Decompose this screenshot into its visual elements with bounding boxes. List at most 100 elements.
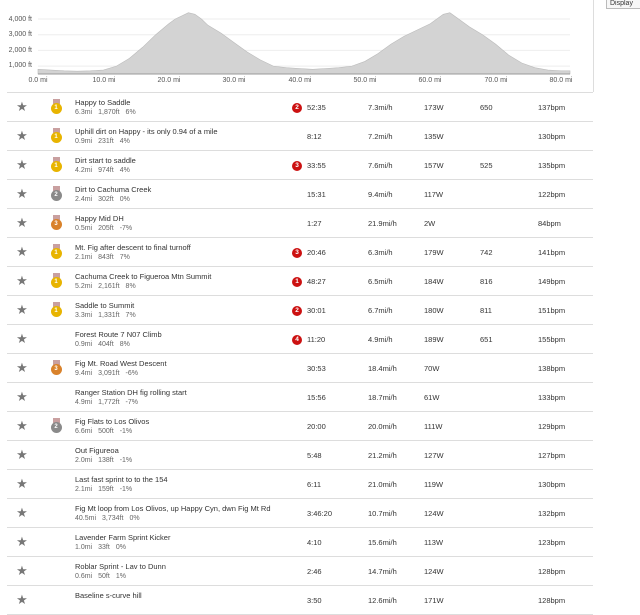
segment-row[interactable]: ★ 1 Cachuma Creek to Figueroa Mtn Summit 5.…	[7, 266, 593, 296]
segment-name-link[interactable]: Happy to Saddle	[75, 98, 287, 107]
star-icon[interactable]: ★	[16, 273, 28, 288]
segment-name-link[interactable]: Happy Mid DH	[75, 214, 287, 223]
segment-grade: 6%	[125, 109, 136, 116]
star-icon[interactable]: ★	[16, 302, 28, 317]
segment-row[interactable]: ★ 3 Happy Mid DH 0.5mi 205ft -7% 1:27 21.9mi/h 2…	[7, 208, 593, 238]
segment-time: 15:31	[307, 179, 368, 209]
segment-name-link[interactable]: Fig Mt. Road West Descent	[75, 359, 287, 368]
star-icon[interactable]: ★	[16, 389, 28, 404]
x-tick: 10.0 mi	[92, 77, 116, 84]
segment-grade: -6%	[125, 370, 138, 377]
star-icon[interactable]: ★	[16, 331, 28, 346]
display-button[interactable]: Display	[606, 0, 640, 9]
elevation-area	[37, 12, 571, 75]
segment-name-link[interactable]: Mt. Fig after descent to final turnoff	[75, 243, 287, 252]
segment-name-link[interactable]: Forest Route 7 N07 Climb	[75, 330, 287, 339]
star-icon[interactable]: ★	[16, 418, 28, 433]
panel-divider	[593, 0, 594, 92]
segment-elevation: 404ft	[98, 341, 114, 348]
segment-row[interactable]: ★ 3 Fig Mt. Road West Descent 9.4mi 3,091ft -…	[7, 353, 593, 383]
segment-distance: 6.3mi	[75, 109, 93, 116]
segment-power: 61W	[424, 382, 480, 412]
star-icon[interactable]: ★	[16, 592, 28, 607]
segment-name-link[interactable]: Uphill dirt on Happy - its only 0.94 of …	[75, 127, 287, 136]
star-icon[interactable]: ★	[16, 360, 28, 375]
y-tick: 4,000 ft	[8, 16, 32, 23]
star-icon[interactable]: ★	[16, 244, 28, 259]
segment-speed: 12.6mi/h	[368, 585, 424, 615]
segment-row[interactable]: ★ 1 Mt. Fig after descent to final turnoff…	[7, 237, 593, 267]
segment-power: 184W	[424, 266, 480, 296]
segment-row[interactable]: ★ Out Figureoa 2.0mi 138ft -1% 5:48 21.2mi/h 12…	[7, 440, 593, 470]
segment-name-link[interactable]: Cachuma Creek to Figueroa Mtn Summit	[75, 272, 287, 281]
x-tick: 20.0 mi	[157, 77, 181, 84]
segment-heart-rate: 155bpm	[538, 324, 593, 354]
star-icon[interactable]: ★	[16, 476, 28, 491]
segment-row[interactable]: ★ 1 Saddle to Summit 3.3mi 1,331ft 7% 2 30:01 6.…	[7, 295, 593, 325]
segment-row[interactable]: ★ 2 Fig Flats to Los Olivos 6.6mi 500ft -1% 20…	[7, 411, 593, 441]
star-icon[interactable]: ★	[16, 447, 28, 462]
segment-row[interactable]: ★ Last fast sprint to to the 154 2.1mi 159f…	[7, 469, 593, 499]
star-icon[interactable]: ★	[16, 157, 28, 172]
segment-distance: 4.9mi	[75, 399, 93, 406]
segment-heart-rate: 149bpm	[538, 266, 593, 296]
segment-grade: -1%	[119, 428, 133, 435]
segment-row[interactable]: ★ Roblar Sprint - Lav to Dunn 0.6mi 50ft 1% 2…	[7, 556, 593, 586]
segment-name-link[interactable]: Saddle to Summit	[75, 301, 287, 310]
segment-vam	[480, 208, 538, 238]
segment-elevation: 50ft	[98, 573, 110, 580]
segment-row[interactable]: ★ Lavender Farm Sprint Kicker 1.0mi 33ft 0% 4…	[7, 527, 593, 557]
segment-vam	[480, 527, 538, 557]
segment-elevation: 1,870ft	[98, 109, 120, 116]
segment-speed: 18.7mi/h	[368, 382, 424, 412]
segment-distance: 2.1mi	[75, 254, 93, 261]
segment-heart-rate: 135bpm	[538, 150, 593, 180]
segment-row[interactable]: ★ Baseline s-curve hill 3:50 12.6mi/h 171W 12…	[7, 585, 593, 615]
star-icon[interactable]: ★	[16, 563, 28, 578]
segment-time: 33:55	[307, 150, 368, 180]
segment-power: 124W	[424, 556, 480, 586]
segment-name-link[interactable]: Lavender Farm Sprint Kicker	[75, 533, 287, 542]
segment-name-link[interactable]: Dirt to Cachuma Creek	[75, 185, 287, 194]
y-tick: 2,000 ft	[8, 47, 32, 54]
segment-distance: 0.9mi	[75, 138, 93, 145]
segment-grade: 0%	[119, 196, 130, 203]
segment-grade: -7%	[125, 399, 138, 406]
elevation-chart: 4,000 ft 3,000 ft 2,000 ft 1,000 ft 0.0 …	[0, 0, 640, 88]
segment-grade: 8%	[119, 341, 130, 348]
segment-name-link[interactable]: Roblar Sprint - Lav to Dunn	[75, 562, 287, 571]
segment-distance: 0.5mi	[75, 225, 93, 232]
x-tick: 0.0 mi	[28, 77, 48, 84]
segment-time: 4:10	[307, 527, 368, 557]
star-icon[interactable]: ★	[16, 186, 28, 201]
segment-row[interactable]: ★ 1 Uphill dirt on Happy - its only 0.94 o…	[7, 121, 593, 151]
rank-badge: 2	[292, 102, 302, 113]
segment-row[interactable]: ★ Ranger Station DH fig rolling start 4.9m…	[7, 382, 593, 412]
segment-time: 20:00	[307, 411, 368, 441]
silver-medal-icon: 2	[50, 186, 62, 201]
star-icon[interactable]: ★	[16, 534, 28, 549]
segment-name-link[interactable]: Out Figureoa	[75, 446, 287, 455]
segment-speed: 6.7mi/h	[368, 295, 424, 325]
segment-name-link[interactable]: Fig Mt loop from Los Olivos, up Happy Cy…	[75, 504, 287, 513]
segment-row[interactable]: ★ 1 Happy to Saddle 6.3mi 1,870ft 6% 2 52:35 7.3…	[7, 92, 593, 122]
segment-elevation: 2,161ft	[98, 283, 120, 290]
segment-name-link[interactable]: Ranger Station DH fig rolling start	[75, 388, 287, 397]
segment-name-link[interactable]: Dirt start to saddle	[75, 156, 287, 165]
segment-row[interactable]: ★ Forest Route 7 N07 Climb 0.9mi 404ft 8% 4 11…	[7, 324, 593, 354]
segment-row[interactable]: ★ Fig Mt loop from Los Olivos, up Happy C…	[7, 498, 593, 528]
segment-row[interactable]: ★ 2 Dirt to Cachuma Creek 2.4mi 302ft 0% 15:31…	[7, 179, 593, 209]
segment-vam	[480, 440, 538, 470]
segment-power: 135W	[424, 121, 480, 151]
segment-power: 2W	[424, 208, 480, 238]
star-icon[interactable]: ★	[16, 505, 28, 520]
segment-speed: 7.2mi/h	[368, 121, 424, 151]
segment-row[interactable]: ★ 1 Dirt start to saddle 4.2mi 974ft 4% 3 33:55…	[7, 150, 593, 180]
segment-grade: 8%	[125, 283, 136, 290]
segment-name-link[interactable]: Fig Flats to Los Olivos	[75, 417, 287, 426]
star-icon[interactable]: ★	[16, 99, 28, 114]
segment-name-link[interactable]: Last fast sprint to to the 154	[75, 475, 287, 484]
star-icon[interactable]: ★	[16, 215, 28, 230]
segment-power: 171W	[424, 585, 480, 615]
star-icon[interactable]: ★	[16, 128, 28, 143]
